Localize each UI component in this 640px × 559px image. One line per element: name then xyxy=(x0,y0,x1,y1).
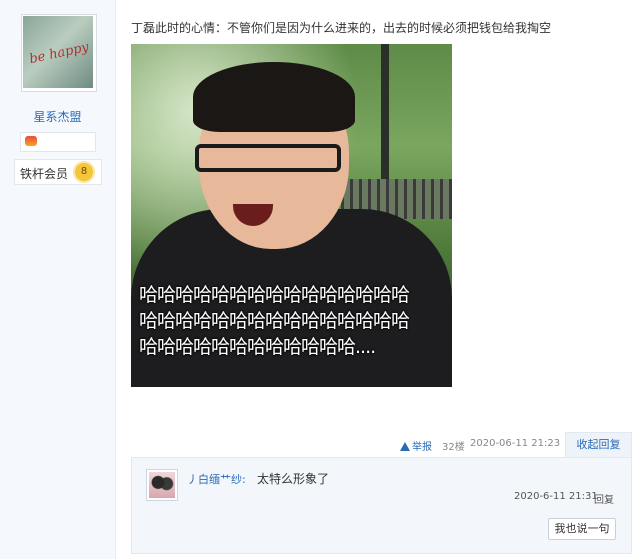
avatar-image: be happy xyxy=(23,16,93,88)
medal-box[interactable] xyxy=(20,132,96,152)
meme-caption: 哈哈哈哈哈哈哈哈哈哈哈哈哈哈哈 哈哈哈哈哈哈哈哈哈哈哈哈哈哈哈 哈哈哈哈哈哈哈哈… xyxy=(139,282,449,360)
warning-icon xyxy=(400,442,410,451)
meme-caption-line: 哈哈哈哈哈哈哈哈哈哈哈哈哈哈哈 xyxy=(139,310,410,332)
person-hair xyxy=(193,62,355,132)
person-glasses xyxy=(195,144,341,172)
member-label: 铁杆会员 xyxy=(20,167,69,181)
post-meta: 举报 32楼 2020-06-11 21:23 收起回复 xyxy=(400,432,632,458)
collapse-replies-button[interactable]: 收起回复 xyxy=(565,432,632,458)
username-link[interactable]: 星系杰盟 xyxy=(0,108,115,125)
user-avatar[interactable]: be happy xyxy=(21,14,97,92)
reply-avatar[interactable] xyxy=(146,469,178,501)
tree-trunk xyxy=(381,44,389,184)
reply-date: 2020-6-11 21:31 xyxy=(514,491,598,502)
report-label: 举报 xyxy=(412,442,432,453)
avatar-script-text: be happy xyxy=(28,39,91,68)
level-icon: 8 xyxy=(75,163,93,181)
post-date: 2020-06-11 21:23 xyxy=(470,438,561,449)
reply-link[interactable]: 回复 xyxy=(594,491,614,506)
add-reply-button[interactable]: 我也说一句 xyxy=(548,518,616,540)
reply-section: 丿白缅艹纱: 太特么形象了 2020-6-11 21:31 回复 我也说一句 xyxy=(131,457,632,554)
floor-number: 32楼 xyxy=(442,442,465,453)
reply-text: 太特么形象了 xyxy=(257,472,330,486)
post-content: 丁磊此时的心情：不管你们是因为什么进来的，出去的时候必须把钱包给我掏空 xyxy=(131,21,552,35)
meme-caption-line: 哈哈哈哈哈哈哈哈哈哈哈哈.... xyxy=(139,336,376,358)
post-image[interactable]: 哈哈哈哈哈哈哈哈哈哈哈哈哈哈哈 哈哈哈哈哈哈哈哈哈哈哈哈哈哈哈 哈哈哈哈哈哈哈哈… xyxy=(131,44,452,387)
report-link[interactable]: 举报 xyxy=(400,438,432,453)
meme-caption-line: 哈哈哈哈哈哈哈哈哈哈哈哈哈哈哈 xyxy=(139,284,410,306)
reply-avatar-image xyxy=(149,472,175,498)
reply-username[interactable]: 丿白缅艹纱: xyxy=(187,471,246,487)
user-sidebar: be happy 星系杰盟 铁杆会员 8 xyxy=(0,0,116,559)
member-level-badge[interactable]: 铁杆会员 8 xyxy=(14,159,102,185)
game-medal-icon xyxy=(25,136,37,146)
